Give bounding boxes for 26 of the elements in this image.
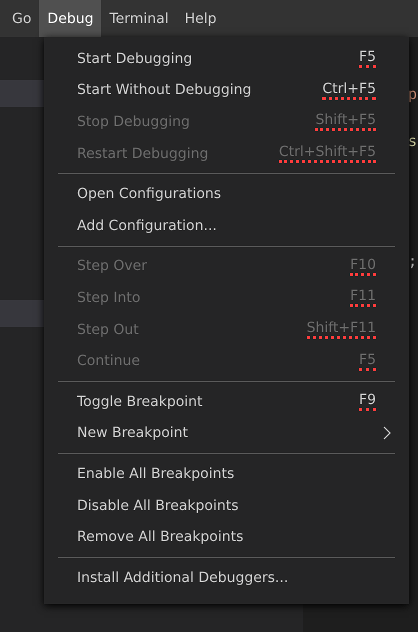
shortcut-label: F5: [359, 352, 376, 371]
menu-item[interactable]: Start Debugging F5: [44, 43, 409, 75]
menu-item[interactable]: Open Configurations: [44, 178, 409, 210]
menu-bar-item[interactable]: Go: [4, 0, 40, 37]
menu-item[interactable]: New Breakpoint: [44, 418, 409, 450]
code-fragment: s: [408, 132, 418, 148]
shortcut-label: F9: [359, 392, 376, 412]
menu-item[interactable]: Install Additional Debuggers...: [44, 562, 409, 594]
shortcut-label: F10: [350, 256, 376, 276]
menu-item[interactable]: Disable All Breakpoints: [44, 490, 409, 522]
menu-item[interactable]: Remove All Breakpoints: [44, 521, 409, 553]
shortcut-label: Ctrl+Shift+F5: [278, 144, 376, 164]
menu-item[interactable]: Add Configuration...: [44, 210, 409, 242]
menu-item[interactable]: Enable All Breakpoints: [44, 458, 409, 490]
shortcut-label: Ctrl+F5: [322, 80, 376, 100]
menu-bar-item[interactable]: Help: [176, 0, 225, 37]
menu-item[interactable]: Toggle Breakpoint F9: [44, 386, 409, 418]
menu-bar-item[interactable]: Terminal: [101, 0, 177, 37]
code-fragment: ;: [408, 252, 418, 268]
shortcut-label: F5: [359, 49, 376, 68]
code-fragment: p: [408, 85, 418, 101]
menu-item[interactable]: Start Without Debugging Ctrl+F5: [44, 74, 409, 106]
shortcut-label: Shift+F5: [315, 112, 376, 132]
menu-bar-item[interactable]: Debug: [39, 0, 102, 37]
shortcut-label: F11: [350, 288, 376, 308]
shortcut-label: Shift+F11: [306, 320, 376, 340]
